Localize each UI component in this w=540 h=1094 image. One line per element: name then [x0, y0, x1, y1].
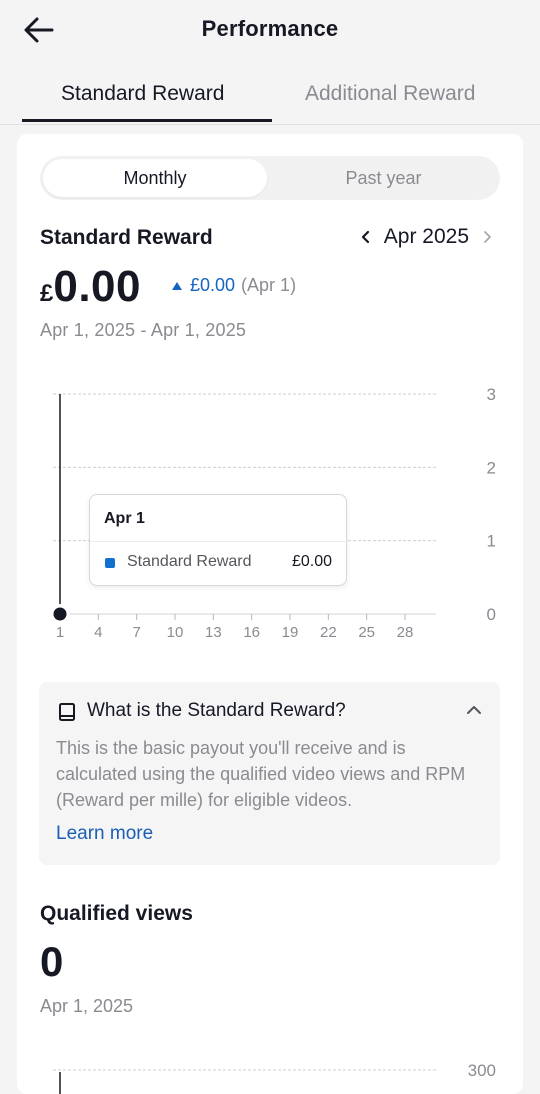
x-tick-label: 10	[167, 624, 184, 641]
reward-amount: £ 0.00	[40, 262, 141, 312]
tab-additional-reward[interactable]: Additional Reward	[305, 82, 475, 106]
chevron-up-icon[interactable]	[464, 700, 484, 720]
book-icon	[59, 703, 75, 721]
period-toggle: Monthly Past year	[40, 156, 500, 200]
data-point	[53, 607, 67, 621]
amount-value: 0.00	[53, 262, 141, 311]
chevron-left-icon[interactable]	[356, 227, 376, 247]
tab-standard-reward[interactable]: Standard Reward	[61, 82, 224, 106]
info-title: What is the Standard Reward?	[87, 700, 346, 721]
month-label: Apr 2025	[383, 225, 469, 248]
y-tick-label: 2	[487, 458, 496, 477]
tooltip-date: Apr 1	[104, 510, 145, 527]
y-tick-label: 0	[487, 605, 496, 624]
chart-tooltip: Apr 1 Standard Reward £0.00	[89, 494, 347, 586]
tab-bar: Standard Reward Additional Reward	[0, 62, 540, 125]
page-title: Performance	[201, 16, 339, 41]
y-tick-label: 1	[487, 532, 496, 551]
x-tick-label: 28	[397, 624, 414, 641]
delta-date: (Apr 1)	[241, 275, 297, 295]
section-title: Standard Reward	[40, 226, 213, 249]
currency-symbol: £	[40, 280, 54, 307]
qualified-views-chart[interactable]: 300	[17, 1052, 523, 1094]
month-navigator: Apr 2025	[356, 224, 497, 250]
period-option-past-year[interactable]: Past year	[270, 159, 497, 197]
chevron-right-icon[interactable]	[477, 227, 497, 247]
info-box: What is the Standard Reward? This is the…	[39, 682, 500, 865]
x-tick-label: 22	[320, 624, 337, 641]
qualified-views-value: 0	[40, 938, 64, 985]
tooltip-value: £0.00	[291, 553, 332, 570]
triangle-up-icon	[172, 281, 182, 290]
active-tab-indicator	[22, 119, 272, 122]
y-tick-label: 300	[468, 1061, 496, 1080]
delta-value: £0.00	[190, 275, 236, 295]
learn-more-link[interactable]: Learn more	[56, 823, 153, 845]
date-range: Apr 1, 2025 - Apr 1, 2025	[40, 320, 247, 340]
x-tick-label: 19	[282, 624, 299, 641]
info-description: This is the basic payout you'll receive …	[56, 738, 466, 810]
qualified-views-title: Qualified views	[40, 902, 193, 925]
tooltip-divider	[90, 541, 346, 542]
x-tick-label: 7	[132, 624, 140, 641]
tooltip-series-name: Standard Reward	[127, 553, 252, 570]
top-bar: Performance	[0, 0, 540, 62]
reward-delta: £0.00 (Apr 1)	[172, 275, 296, 296]
x-tick-label: 13	[205, 624, 222, 641]
qualified-views-date: Apr 1, 2025	[40, 996, 134, 1016]
x-tick-label: 16	[243, 624, 260, 641]
y-tick-label: 3	[487, 385, 496, 404]
reward-card: Monthly Past year Standard Reward Apr 20…	[17, 134, 523, 1094]
x-tick-label: 1	[56, 624, 64, 641]
x-tick-label: 25	[358, 624, 375, 641]
x-tick-label: 4	[94, 624, 102, 641]
period-option-monthly[interactable]: Monthly	[43, 159, 267, 197]
legend-swatch	[105, 558, 115, 568]
